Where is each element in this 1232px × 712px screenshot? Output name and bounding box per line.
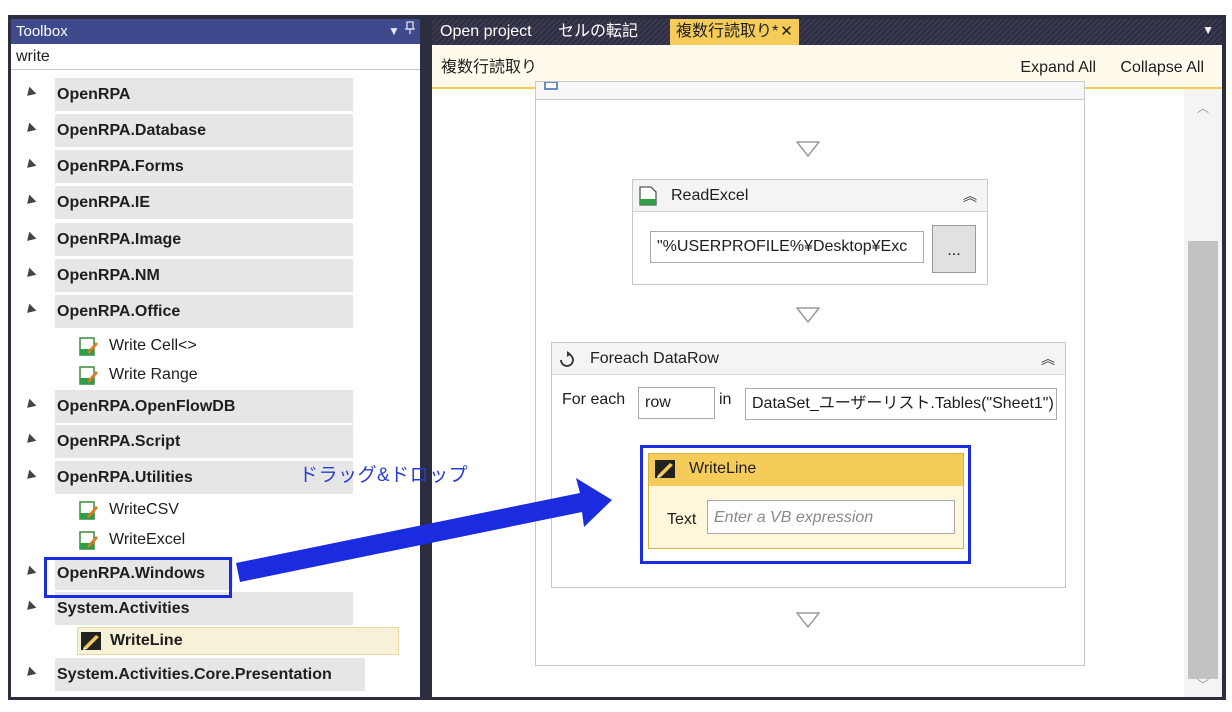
tab-label: セルの転記 xyxy=(558,23,639,40)
vertical-scrollbar[interactable]: ︿ ﹀ xyxy=(1184,89,1222,697)
tab-open-project[interactable]: Open project xyxy=(434,19,538,45)
category-label: OpenRPA xyxy=(55,78,353,111)
expand-triangle-icon[interactable] xyxy=(23,469,37,483)
writeline-icon xyxy=(655,460,675,478)
workflow-title[interactable]: 複数行読取り xyxy=(441,45,537,91)
category-label: OpenRPA.Image xyxy=(55,223,353,256)
category-label: OpenRPA.Script xyxy=(55,425,353,458)
text-label: Text xyxy=(667,511,697,528)
filename-input[interactable]: "%USERPROFILE%¥Desktop¥Exc xyxy=(650,231,924,263)
category-label: OpenRPA.Office xyxy=(55,295,353,328)
expand-triangle-icon[interactable] xyxy=(23,267,37,281)
collapse-all-button[interactable]: Collapse All xyxy=(1120,45,1204,91)
document-tab-bar: Open project セルの転記 複数行読取り* ✕ ▼ xyxy=(432,19,1222,45)
excel-write-icon xyxy=(79,366,99,385)
expand-triangle-icon[interactable] xyxy=(23,303,37,317)
loop-variable-input[interactable]: row xyxy=(638,387,715,419)
drop-target-arrow-icon[interactable] xyxy=(796,612,820,628)
for-each-label: For each xyxy=(562,391,626,408)
activity-name: Foreach DataRow xyxy=(590,350,719,367)
toolbox-search xyxy=(11,44,420,70)
category-label: OpenRPA.OpenFlowDB xyxy=(55,390,353,423)
expand-triangle-icon[interactable] xyxy=(23,158,37,172)
loop-icon xyxy=(560,351,574,367)
collection-input[interactable]: DataSet_ユーザーリスト.Tables("Sheet1") xyxy=(745,388,1057,420)
expand-triangle-icon[interactable] xyxy=(23,600,37,614)
scrollbar-thumb[interactable] xyxy=(1188,241,1218,679)
toolbox-title: Toolbox xyxy=(16,23,68,40)
toolbox-item-label: Write Cell<> xyxy=(109,337,197,354)
activity-header: ReadExcel ︽ xyxy=(633,180,987,212)
expand-triangle-icon[interactable] xyxy=(23,231,37,245)
category-label: OpenRPA.IE xyxy=(55,186,353,219)
close-icon[interactable]: ✕ xyxy=(780,23,793,40)
category-label: System.Activities.Core.Presentation xyxy=(55,658,365,691)
workflow-designer: 複数行読取り Expand All Collapse All ︿ ﹀ ReadE… xyxy=(432,45,1222,697)
expand-triangle-icon[interactable] xyxy=(23,398,37,412)
toolbox-item-label: Write Range xyxy=(109,366,198,383)
collapse-chevron-icon[interactable]: ︽ xyxy=(963,180,977,212)
tab-label: 複数行読取り* xyxy=(676,23,779,40)
drop-target-arrow-icon[interactable] xyxy=(796,141,820,157)
excel-write-icon xyxy=(79,501,99,520)
drag-source-highlight xyxy=(44,557,232,598)
drop-target-arrow-icon[interactable] xyxy=(796,307,820,323)
scroll-up-icon[interactable]: ︿ xyxy=(1197,99,1209,116)
tab-menu-icon[interactable]: ▼ xyxy=(1202,19,1214,41)
dropdown-icon[interactable]: ▼ xyxy=(388,19,400,44)
collapse-chevron-icon[interactable]: ︽ xyxy=(1041,343,1055,375)
expand-triangle-icon[interactable] xyxy=(23,666,37,680)
sequence-icon xyxy=(544,82,558,90)
expand-triangle-icon[interactable] xyxy=(23,565,37,579)
excel-file-icon xyxy=(639,186,657,206)
writeline-icon xyxy=(80,631,101,650)
toolbox-search-input[interactable] xyxy=(11,44,420,69)
activity-name: ReadExcel xyxy=(671,187,749,204)
excel-write-icon xyxy=(79,337,99,356)
expand-triangle-icon[interactable] xyxy=(23,122,37,136)
expand-triangle-icon[interactable] xyxy=(23,194,37,208)
readexcel-activity[interactable]: ReadExcel ︽ "%USERPROFILE%¥Desktop¥Exc .… xyxy=(632,179,988,285)
tab-multi-row-read[interactable]: 複数行読取り* ✕ xyxy=(670,19,799,45)
expand-triangle-icon[interactable] xyxy=(23,433,37,447)
toolbox-item-label: WriteLine xyxy=(110,632,183,649)
browse-button[interactable]: ... xyxy=(932,225,976,273)
in-label: in xyxy=(719,391,732,408)
pin-icon[interactable] xyxy=(405,19,415,44)
toolbox-item-writeline[interactable]: WriteLine xyxy=(77,627,399,655)
drag-drop-annotation: ドラッグ&ドロップ xyxy=(299,465,469,486)
toolbox-item-label: WriteExcel xyxy=(109,531,186,548)
activity-header: WriteLine xyxy=(649,454,963,486)
activity-name: WriteLine xyxy=(689,460,757,477)
scroll-down-icon[interactable]: ﹀ xyxy=(1197,676,1209,693)
toolbox-header: Toolbox ▼ xyxy=(11,19,420,44)
writeline-activity[interactable]: WriteLine Text Enter a VB expression xyxy=(648,453,964,549)
expand-triangle-icon[interactable] xyxy=(23,86,37,100)
category-label: OpenRPA.Forms xyxy=(55,150,353,183)
sequence-header xyxy=(536,82,1084,100)
activity-header: Foreach DataRow ︽ xyxy=(552,343,1065,375)
toolbox-item-label: WriteCSV xyxy=(109,501,179,518)
tab-cell-transfer[interactable]: セルの転記 xyxy=(552,19,644,45)
excel-write-icon xyxy=(79,531,99,550)
text-expression-input[interactable]: Enter a VB expression xyxy=(707,500,955,534)
category-label: OpenRPA.Database xyxy=(55,114,353,147)
category-label: OpenRPA.NM xyxy=(55,259,353,292)
tab-label: Open project xyxy=(440,23,532,40)
